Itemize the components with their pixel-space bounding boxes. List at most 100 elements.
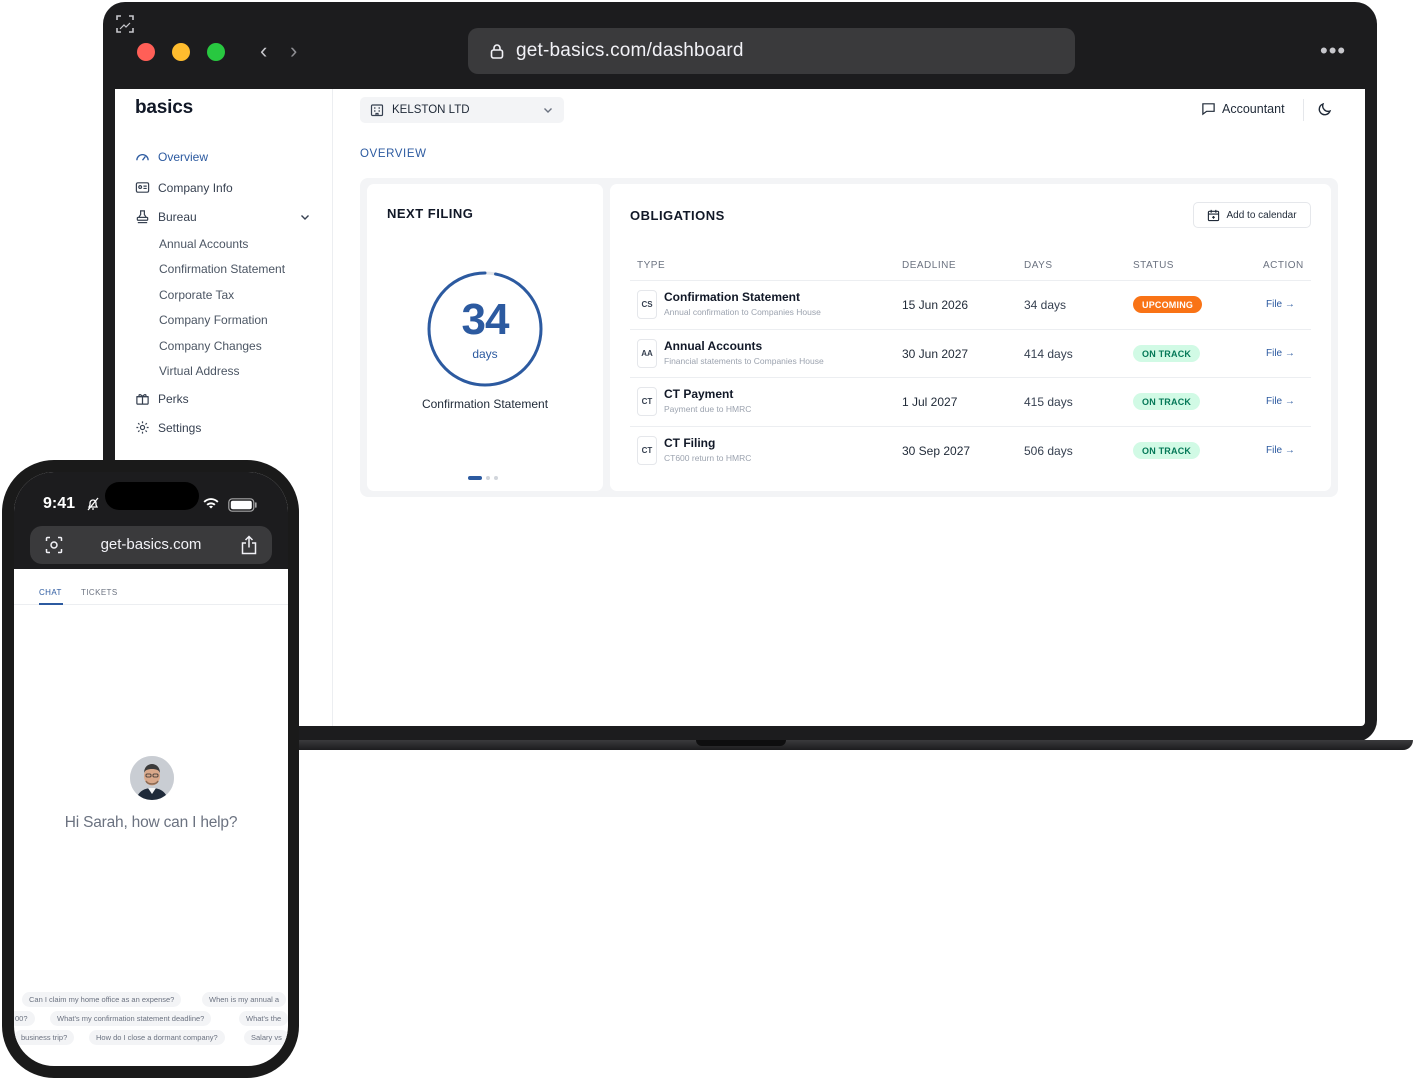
add-to-calendar-label: Add to calendar	[1226, 209, 1297, 221]
sidebar-item-perks[interactable]: Perks	[135, 391, 189, 406]
tab-tickets[interactable]: TICKETS	[81, 588, 118, 597]
lock-icon	[490, 44, 504, 59]
obligation-code-badge: CS	[637, 290, 657, 319]
sidebar-item-settings[interactable]: Settings	[135, 420, 201, 435]
phone-frame: 9:41 get-basics.com CHAT TICKETS Hi Sara…	[2, 460, 299, 1078]
more-options-icon[interactable]: •••	[1320, 38, 1346, 64]
browser-chrome: ‹ › get-basics.com/dashboard •••	[115, 14, 1365, 89]
obligation-title: Annual Accounts	[664, 339, 763, 353]
overview-panel: NEXT FILING 34 days Confirmation Stateme…	[360, 178, 1338, 497]
pager-dot-active[interactable]	[468, 476, 482, 480]
suggestion-chip[interactable]: Salary vs	[244, 1030, 288, 1045]
column-header-status: STATUS	[1133, 260, 1174, 271]
main-content: KELSTON LTD Accountant OVERVIEW NEXT FIL…	[333, 89, 1365, 726]
suggestion-chip[interactable]: 00?	[14, 1011, 35, 1026]
suggestion-chip[interactable]: When is my annual a	[202, 992, 287, 1007]
obligation-deadline: 1 Jul 2027	[902, 395, 958, 409]
table-row[interactable]: CT CT Filing CT600 return to HMRC 30 Sep…	[610, 427, 1331, 475]
bell-slash-icon	[87, 497, 99, 511]
obligation-code-badge: CT	[637, 436, 657, 465]
tab-chat[interactable]: CHAT	[39, 588, 62, 597]
table-row[interactable]: CS Confirmation Statement Annual confirm…	[610, 281, 1331, 329]
suggestion-chip[interactable]: What's the	[239, 1011, 288, 1026]
table-row[interactable]: AA Annual Accounts Financial statements …	[610, 330, 1331, 378]
file-link[interactable]: File →	[1266, 348, 1295, 359]
sidebar-subitem-confirmation-statement[interactable]: Confirmation Statement	[159, 262, 285, 276]
sidebar-item-overview[interactable]: Overview	[135, 149, 208, 164]
file-link[interactable]: File →	[1266, 299, 1295, 310]
carousel-pager[interactable]	[468, 476, 498, 480]
obligation-code-badge: CT	[637, 387, 657, 416]
pager-dot[interactable]	[494, 476, 498, 480]
chat-tabs: CHAT TICKETS	[14, 569, 288, 605]
calendar-plus-icon	[1208, 209, 1220, 221]
table-row[interactable]: CT CT Payment Payment due to HMRC 1 Jul …	[610, 378, 1331, 426]
status-badge: ON TRACK	[1133, 345, 1201, 362]
obligation-code-badge: AA	[637, 339, 657, 368]
gift-icon	[136, 394, 149, 405]
stamp-icon	[136, 210, 149, 224]
file-link[interactable]: File →	[1266, 396, 1295, 407]
close-window-button[interactable]	[137, 43, 155, 61]
sidebar-subitem-virtual-address[interactable]: Virtual Address	[159, 364, 240, 378]
url-text: get-basics.com/dashboard	[516, 40, 744, 61]
status-badge: UPCOMING	[1133, 296, 1203, 313]
share-icon[interactable]	[240, 535, 258, 555]
obligation-subtitle: Annual confirmation to Companies House	[664, 307, 821, 317]
suggestion-chip[interactable]: How do I close a dormant company?	[89, 1030, 225, 1045]
accountant-button[interactable]: Accountant	[1201, 101, 1285, 116]
obligations-card: OBLIGATIONS Add to calendar TYPE DEADLIN…	[610, 184, 1331, 491]
dynamic-island	[105, 482, 199, 510]
accountant-label: Accountant	[1222, 101, 1285, 116]
file-link[interactable]: File →	[1266, 445, 1295, 456]
next-filing-card[interactable]: NEXT FILING 34 days Confirmation Stateme…	[367, 184, 603, 491]
building-icon	[370, 104, 384, 117]
screenshot-icon[interactable]	[115, 14, 135, 34]
obligation-title: CT Filing	[664, 436, 716, 450]
sidebar-item-label: Perks	[158, 391, 189, 406]
sidebar-item-company-info[interactable]: Company Info	[135, 180, 233, 195]
pager-dot[interactable]	[486, 476, 490, 480]
phone-address-bar[interactable]: get-basics.com	[30, 526, 272, 564]
suggestion-chip[interactable]: What's my confirmation statement deadlin…	[50, 1011, 212, 1026]
column-header-type: TYPE	[637, 260, 666, 271]
moon-icon[interactable]	[1317, 101, 1333, 117]
add-to-calendar-button[interactable]: Add to calendar	[1193, 202, 1311, 228]
forward-icon[interactable]: ›	[290, 36, 297, 66]
active-tab-indicator	[39, 603, 63, 605]
obligations-title: OBLIGATIONS	[630, 208, 725, 223]
obligation-subtitle: Financial statements to Companies House	[664, 356, 824, 366]
gauge-icon	[136, 154, 149, 161]
sidebar-item-label: Bureau	[158, 209, 197, 224]
obligation-title: CT Payment	[664, 387, 734, 401]
chevron-down-icon[interactable]	[299, 211, 311, 223]
status-time: 9:41	[43, 495, 76, 512]
obligation-subtitle: Payment due to HMRC	[664, 404, 752, 414]
status-badge: ON TRACK	[1133, 442, 1201, 459]
sidebar-subitem-company-changes[interactable]: Company Changes	[159, 339, 262, 353]
brand-logo[interactable]: basics	[135, 97, 193, 119]
suggestion-chips: Can I claim my home office as an expense…	[14, 992, 288, 1062]
suggestion-chip[interactable]: Can I claim my home office as an expense…	[22, 992, 182, 1007]
obligation-days: 34 days	[1024, 298, 1067, 312]
next-filing-caption: Confirmation Statement	[421, 397, 549, 411]
suggestion-chip[interactable]: business trip?	[14, 1030, 75, 1045]
address-bar[interactable]: get-basics.com/dashboard	[468, 28, 1075, 74]
laptop-notch	[696, 740, 786, 746]
phone-url-text: get-basics.com	[100, 536, 202, 553]
status-badge: ON TRACK	[1133, 393, 1201, 410]
person-avatar-icon	[130, 756, 174, 800]
sidebar-subitem-corporate-tax[interactable]: Corporate Tax	[159, 288, 234, 302]
gear-icon	[136, 421, 149, 434]
sidebar-subitem-company-formation[interactable]: Company Formation	[159, 313, 268, 327]
obligation-deadline: 30 Jun 2027	[902, 347, 969, 361]
minimize-window-button[interactable]	[172, 43, 190, 61]
back-icon[interactable]: ‹	[260, 36, 267, 66]
sidebar-subitem-annual-accounts[interactable]: Annual Accounts	[159, 237, 248, 251]
sidebar-item-bureau[interactable]: Bureau	[135, 209, 197, 224]
chat-greeting: Hi Sarah, how can I help?	[64, 814, 238, 831]
maximize-window-button[interactable]	[207, 43, 225, 61]
company-selector[interactable]: KELSTON LTD	[360, 97, 564, 123]
obligation-days: 415 days	[1024, 395, 1073, 409]
page-title: OVERVIEW	[360, 148, 427, 160]
